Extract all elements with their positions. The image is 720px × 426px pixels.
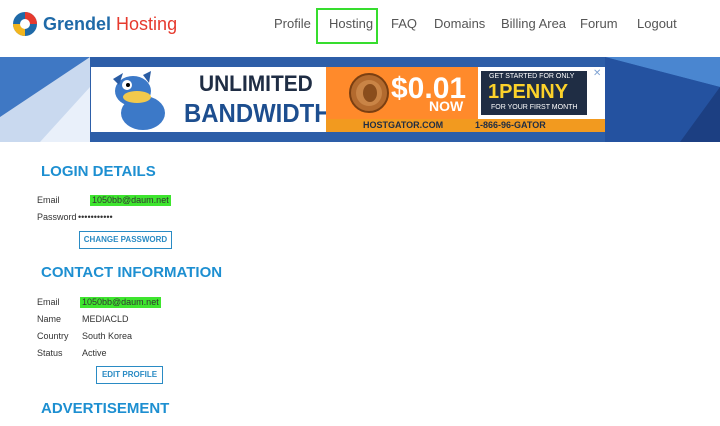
ad-headline-unlimited: UNLIMITED xyxy=(199,71,313,96)
login-details-heading: LOGIN DETAILS xyxy=(41,163,156,180)
ad-headline-bandwidth: BANDWIDTH xyxy=(184,98,332,128)
nav-highlight-box xyxy=(316,8,378,44)
contact-name-value: MEDIACLD xyxy=(82,314,129,324)
nav-forum[interactable]: Forum xyxy=(580,16,618,32)
nav-logout[interactable]: Logout xyxy=(637,16,677,32)
edit-profile-button[interactable]: EDIT PROFILE xyxy=(96,366,163,384)
nav-profile[interactable]: Profile xyxy=(274,16,311,32)
contact-email-label: Email xyxy=(37,297,60,307)
contact-status-value: Active xyxy=(82,348,107,358)
ad-left-panel: UNLIMITED BANDWIDTH xyxy=(91,67,331,132)
login-password-label: Password xyxy=(37,212,77,222)
ad-site: HOSTGATOR.COM xyxy=(363,120,444,130)
advertisement-heading: ADVERTISEMENT xyxy=(41,400,170,417)
site-header: Grendel Hosting Profile Hosting FAQ Doma… xyxy=(0,0,720,56)
change-password-button[interactable]: CHANGE PASSWORD xyxy=(79,231,172,249)
ad-phone: 1-866-96-GATOR xyxy=(475,120,546,130)
contact-status-label: Status xyxy=(37,348,63,358)
nav-billing-area[interactable]: Billing Area xyxy=(501,16,566,32)
ad-promo-top: GET STARTED FOR ONLY xyxy=(489,73,575,80)
login-email-value: 1050bb@daum.net xyxy=(90,195,171,206)
logo-text: Grendel Hosting xyxy=(43,12,177,36)
ad-price-now: NOW xyxy=(429,98,464,114)
logo-icon xyxy=(13,12,37,36)
logo-text-grendel: Grendel xyxy=(43,14,112,34)
nav-faq[interactable]: FAQ xyxy=(391,16,417,32)
gator-mascot-icon xyxy=(113,71,165,130)
site-logo[interactable]: Grendel Hosting xyxy=(12,11,177,37)
hostgator-ad[interactable]: UNLIMITED BANDWIDTH $0.01 NOW GET STARTE… xyxy=(91,67,605,132)
ad-close-icon[interactable]: ✕ xyxy=(593,68,601,79)
nav-domains[interactable]: Domains xyxy=(434,16,485,32)
logo-text-hosting: Hosting xyxy=(116,14,178,34)
login-password-value: ••••••••••• xyxy=(78,212,113,222)
penny-coin-icon xyxy=(349,73,389,113)
contact-information-heading: CONTACT INFORMATION xyxy=(41,264,223,281)
contact-country-label: Country xyxy=(37,331,69,341)
contact-email-value: 1050bb@daum.net xyxy=(80,297,161,308)
ad-promo-main: 1PENNY xyxy=(488,81,569,103)
ad-promo-bottom: FOR YOUR FIRST MONTH xyxy=(491,104,578,111)
login-email-label: Email xyxy=(37,195,60,205)
contact-name-label: Name xyxy=(37,314,62,324)
contact-country-value: South Korea xyxy=(82,331,133,341)
